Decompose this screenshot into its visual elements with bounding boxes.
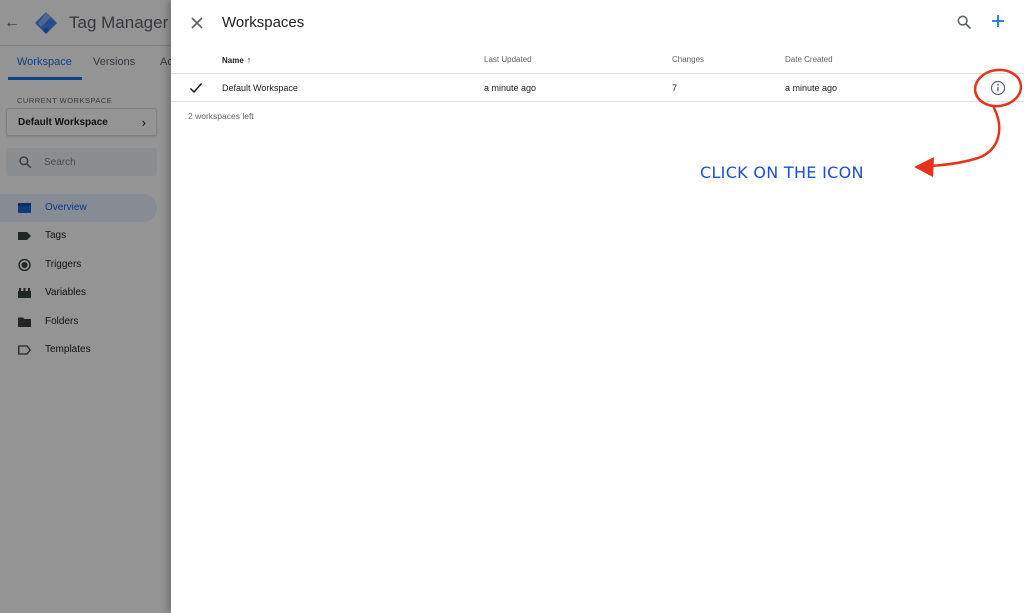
workspace-name: Default Workspace: [222, 83, 298, 93]
column-header-date-created[interactable]: Date Created: [785, 55, 833, 64]
search-icon[interactable]: [956, 14, 972, 30]
add-icon[interactable]: [989, 12, 1007, 30]
column-header-changes[interactable]: Changes: [672, 55, 704, 64]
workspaces-panel: Workspaces Name ↑ Last Updated Changes Da…: [171, 0, 1024, 613]
column-header-label: Name: [222, 56, 244, 65]
column-header-last-updated[interactable]: Last Updated: [484, 55, 532, 64]
workspace-date-created: a minute ago: [785, 83, 838, 93]
workspace-last-updated: a minute ago: [484, 83, 537, 93]
column-header-name[interactable]: Name ↑: [222, 55, 251, 65]
panel-title: Workspaces: [222, 14, 305, 31]
workspaces-remaining: 2 workspaces left: [188, 111, 254, 121]
workspace-changes: 7: [672, 83, 678, 93]
table-row[interactable]: Default Workspace a minute ago 7 a minut…: [171, 73, 1024, 102]
sort-ascending-icon: ↑: [246, 55, 252, 65]
checkmark-icon: [189, 83, 203, 94]
info-icon[interactable]: [990, 80, 1006, 96]
close-icon[interactable]: [188, 14, 206, 32]
